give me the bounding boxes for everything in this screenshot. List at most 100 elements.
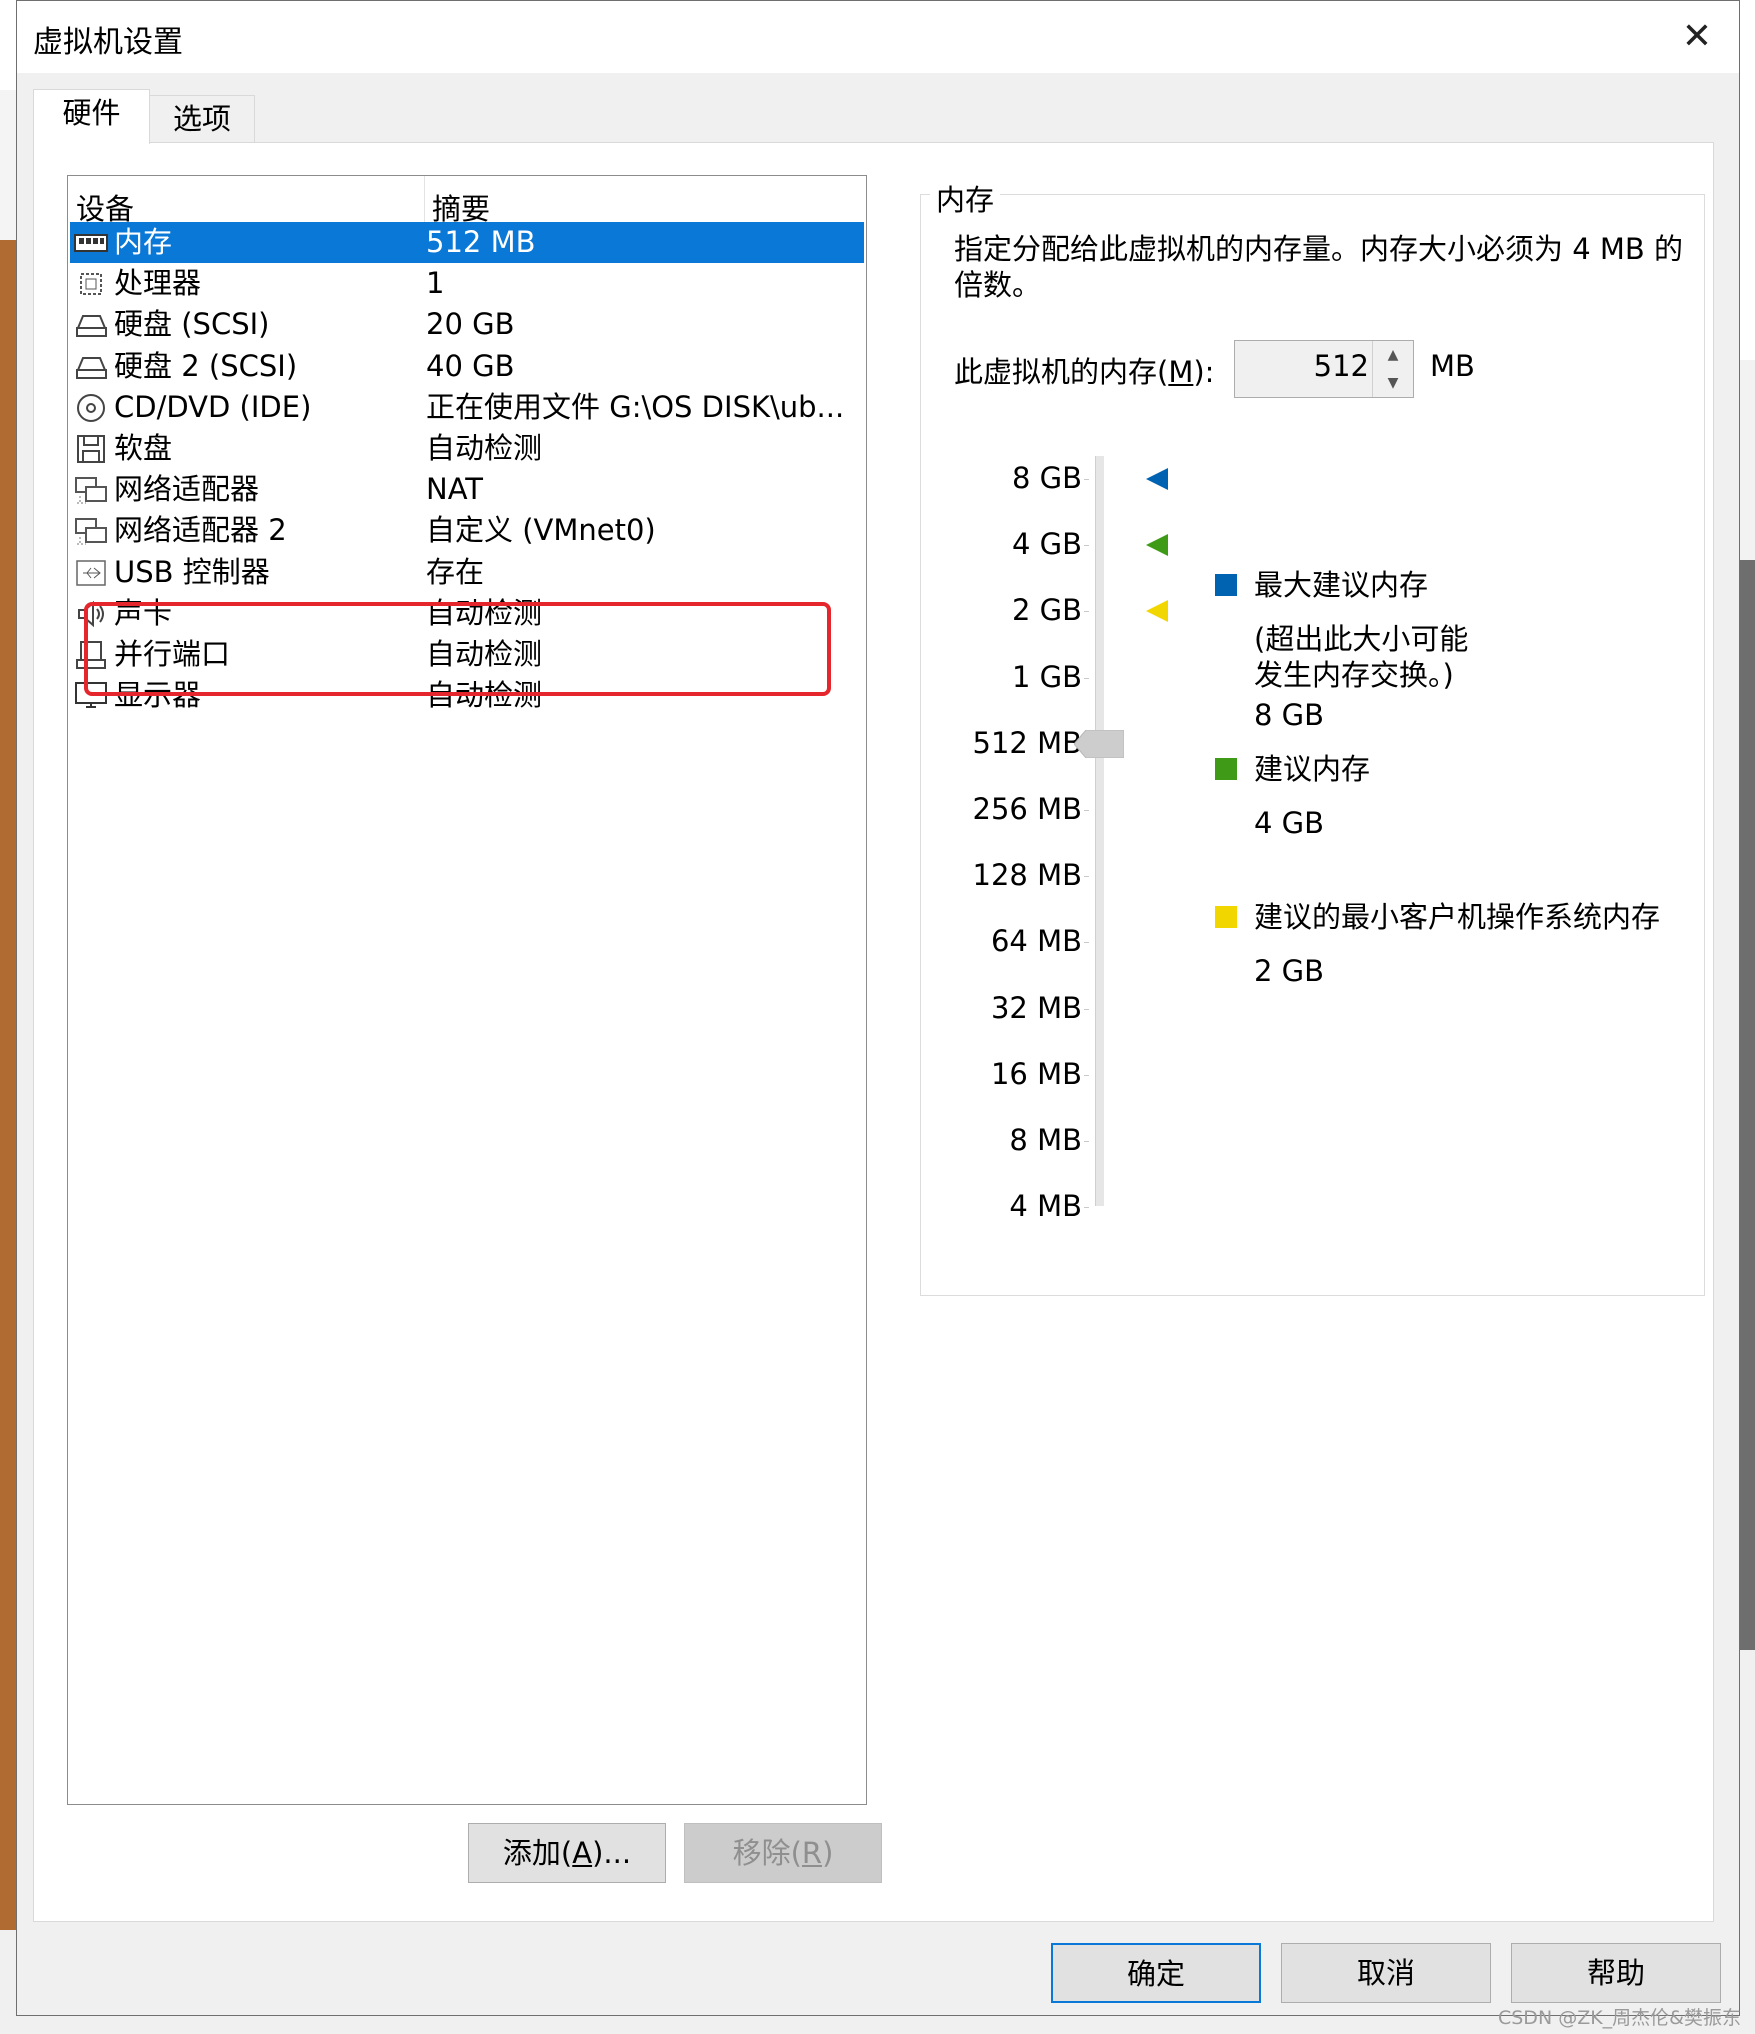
spin-up-icon[interactable]: ▲ [1372, 341, 1413, 369]
usb-icon [76, 559, 106, 586]
scale-label: 8 MB [1009, 1123, 1082, 1157]
scale-tick [1084, 677, 1089, 679]
memory-slider-thumb[interactable] [1074, 729, 1124, 758]
scale-tick [1084, 876, 1089, 878]
tab-bar: 硬件 选项 [33, 89, 1713, 144]
device-name: 软盘 [114, 431, 173, 465]
device-summary: 自动检测 [426, 431, 543, 465]
legend-value: 8 GB [1254, 698, 1325, 732]
legend-swatch [1215, 758, 1237, 780]
scale-tick [1084, 1141, 1089, 1142]
add-button[interactable]: 添加(A)... [468, 1823, 666, 1883]
device-row[interactable]: 内存 512 MB [70, 222, 864, 263]
memory-size-input[interactable]: 512 [1314, 349, 1369, 383]
cd-dvd-icon [77, 393, 105, 422]
marker-triangle-icon [1146, 468, 1168, 490]
cancel-button[interactable]: 取消 [1281, 1943, 1491, 2003]
window-title: 虚拟机设置 [33, 25, 183, 60]
scale-tick [1084, 1074, 1089, 1076]
legend-swatch [1215, 906, 1237, 928]
cpu-icon [80, 273, 102, 296]
network-adapter-icon [75, 477, 107, 504]
scale-label: 512 MB [972, 725, 1083, 760]
legend-swatch [1215, 574, 1237, 596]
column-separator[interactable] [424, 176, 425, 222]
device-row[interactable]: USB 控制器 存在 [70, 552, 864, 593]
scale-tick [1084, 1207, 1089, 1209]
scale-label: 32 MB [990, 990, 1082, 1025]
scale-label: 256 MB [972, 792, 1083, 826]
scale-label: 2 GB [1011, 593, 1082, 628]
device-name: USB 控制器 [114, 554, 270, 589]
device-summary: 正在使用文件 G:\OS DISK\ub... [426, 389, 845, 424]
remove-button[interactable]: 移除(R) [684, 1823, 882, 1883]
device-summary: 40 GB [426, 348, 515, 383]
hard-disk-icon [76, 315, 107, 338]
memory-unit: MB [1430, 349, 1475, 383]
legend-value: 2 GB [1254, 954, 1325, 988]
scale-tick [1084, 810, 1089, 811]
legend-value: 4 GB [1254, 806, 1325, 840]
network-adapter-icon [75, 518, 107, 545]
device-row[interactable]: 硬盘 2 (SCSI) 40 GB [70, 346, 864, 387]
device-list-header: 设备 摘要 [68, 176, 866, 226]
legend-title: 最大建议内存 [1254, 568, 1429, 602]
memory-icon [74, 234, 108, 252]
device-name: 处理器 [114, 266, 202, 301]
device-summary: 512 MB [426, 225, 536, 259]
legend-title: 建议内存 [1254, 752, 1371, 786]
memory-group-title: 内存 [930, 177, 1001, 219]
device-summary: 自定义 (VMnet0) [426, 513, 656, 548]
device-summary: 1 [426, 266, 445, 301]
spin-down-icon[interactable]: ▼ [1372, 369, 1413, 397]
device-name: 内存 [114, 225, 173, 259]
marker-triangle-icon [1146, 600, 1168, 623]
scale-label: 64 MB [990, 924, 1082, 959]
device-name: CD/DVD (IDE) [114, 389, 312, 424]
tab-hardware[interactable]: 硬件 [33, 89, 150, 144]
device-row[interactable]: 软盘 自动检测 [70, 428, 864, 469]
device-summary: NAT [426, 472, 483, 507]
legend-note: (超出此大小可能发生内存交换。) [1254, 622, 1469, 692]
background-window-bottom [0, 2014, 1755, 2034]
ok-button[interactable]: 确定 [1051, 1943, 1261, 2003]
device-summary: 存在 [426, 554, 485, 589]
tab-options[interactable]: 选项 [149, 95, 255, 143]
vm-settings-dialog: 虚拟机设置 ✕ 硬件 选项 设备 摘要 内存 512 MB 处理器 1 硬盘 (SCSI… [16, 0, 1740, 2016]
scale-label: 4 GB [1011, 527, 1082, 562]
device-name: 硬盘 (SCSI) [114, 307, 270, 342]
close-button[interactable]: ✕ [1675, 15, 1719, 59]
device-list[interactable]: 设备 摘要 内存 512 MB 处理器 1 硬盘 (SCSI) 20 GB 硬盘 2 (SC… [67, 175, 867, 1805]
device-name: 硬盘 2 (SCSI) [114, 348, 298, 383]
legend-title: 建议的最小客户机操作系统内存 [1254, 900, 1661, 934]
help-button[interactable]: 帮助 [1511, 1943, 1721, 2003]
scale-label: 128 MB [972, 858, 1083, 893]
memory-description: 指定分配给此虚拟机的内存量。内存大小必须为 4 MB 的倍数。 [954, 232, 1684, 302]
device-row[interactable]: 硬盘 (SCSI) 20 GB [70, 304, 864, 345]
scale-label: 16 MB [990, 1056, 1082, 1091]
annotation-highlight-box [84, 602, 831, 696]
scale-tick [1084, 479, 1089, 480]
device-row[interactable]: 处理器 1 [70, 263, 864, 304]
scale-label: 4 MB [1009, 1189, 1082, 1224]
scale-tick [1084, 545, 1089, 547]
memory-slider-track[interactable] [1095, 456, 1104, 1206]
device-row[interactable]: 网络适配器 NAT [70, 469, 864, 510]
device-row[interactable]: CD/DVD (IDE) 正在使用文件 G:\OS DISK\ub... [70, 387, 864, 428]
floppy-icon [77, 435, 105, 463]
scale-label: 1 GB [1011, 659, 1082, 694]
memory-size-label: 此虚拟机的内存(M): [954, 355, 1215, 389]
watermark: CSDN @ZK_周杰伦&樊振东 [1497, 2007, 1741, 2029]
marker-triangle-icon [1146, 534, 1168, 557]
device-row[interactable]: 网络适配器 2 自定义 (VMnet0) [70, 510, 864, 551]
background-window-right [1739, 0, 1755, 2034]
memory-size-spinner[interactable]: 512 ▲ ▼ [1234, 340, 1414, 398]
device-summary: 20 GB [426, 307, 515, 342]
hardware-panel: 设备 摘要 内存 512 MB 处理器 1 硬盘 (SCSI) 20 GB 硬盘 2 (SC… [33, 142, 1714, 1922]
device-name: 网络适配器 2 [114, 513, 287, 548]
title-bar[interactable]: 虚拟机设置 ✕ [17, 1, 1739, 73]
scale-label: 8 GB [1011, 461, 1082, 495]
scale-tick [1084, 611, 1089, 613]
scale-tick [1084, 942, 1089, 944]
hard-disk-icon [76, 356, 107, 379]
